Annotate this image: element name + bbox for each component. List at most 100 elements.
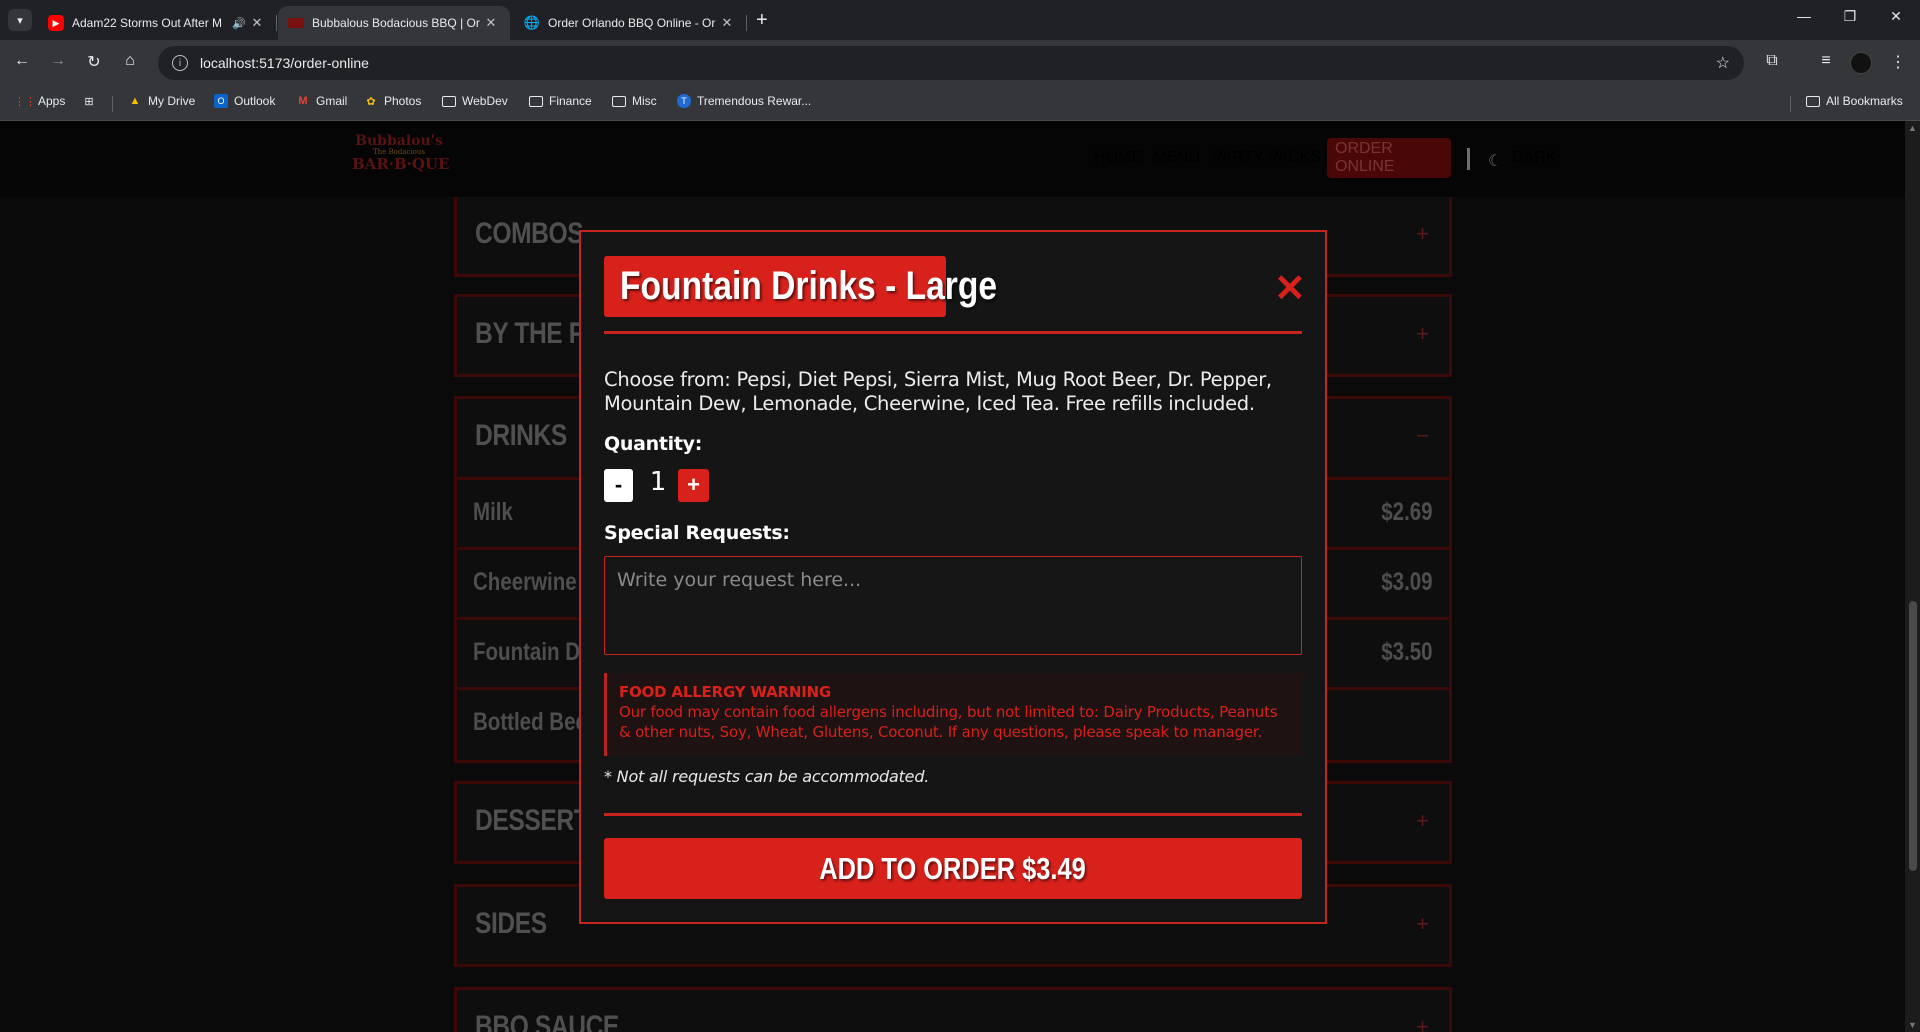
profile-avatar[interactable] xyxy=(1850,52,1872,74)
bubbalous-favicon-icon xyxy=(288,18,304,28)
expand-icon[interactable]: + xyxy=(1416,321,1429,347)
close-icon[interactable]: ✕ xyxy=(1274,270,1306,308)
bookmark-label: Outlook xyxy=(234,94,276,108)
item-name: Bottled Bee xyxy=(473,708,587,736)
bookmark-my-drive[interactable]: ▲ My Drive xyxy=(128,94,196,108)
close-tab-icon[interactable]: ✕ xyxy=(482,15,500,31)
bookmark-finance[interactable]: Finance xyxy=(529,94,592,108)
close-tab-icon[interactable]: ✕ xyxy=(248,15,266,31)
bookmark-label: Finance xyxy=(549,94,592,108)
special-requests-label: Special Requests: xyxy=(604,522,790,544)
bookmark-label: Misc xyxy=(632,94,657,108)
back-icon[interactable]: ← xyxy=(10,52,34,70)
bookmark-label: All Bookmarks xyxy=(1826,94,1903,108)
bookmark-gmail[interactable]: M Gmail xyxy=(296,94,347,108)
bookmark-misc[interactable]: Misc xyxy=(612,94,657,108)
expand-icon[interactable]: + xyxy=(1416,911,1429,937)
site-logo[interactable]: Bubbalou's The Bodacious BAR·B·QUE xyxy=(352,133,450,180)
add-to-order-button[interactable]: ADD TO ORDER $3.49 xyxy=(604,838,1302,899)
close-tab-icon[interactable]: ✕ xyxy=(718,15,736,31)
section-title: BY THE P xyxy=(475,317,585,350)
gmail-icon: M xyxy=(298,95,308,107)
modal-title-text: Fountain Drinks - Large xyxy=(620,264,998,308)
google-drive-icon: ▲ xyxy=(129,95,141,107)
bookmark-webdev[interactable]: WebDev xyxy=(442,94,508,108)
collapse-icon[interactable]: − xyxy=(1416,423,1429,449)
folder-icon xyxy=(442,95,456,107)
nav-menu[interactable]: MENU xyxy=(1153,138,1200,178)
bookmark-tremendous[interactable]: T Tremendous Rewar... xyxy=(677,94,811,108)
minimize-icon[interactable]: — xyxy=(1784,8,1824,24)
nav-home[interactable]: HOME xyxy=(1094,138,1142,178)
quantity-label: Quantity: xyxy=(604,433,702,455)
item-name: Cheerwine xyxy=(473,568,577,596)
nav-link[interactable]: HOME xyxy=(1094,149,1142,167)
bookmark-star-icon[interactable]: ☆ xyxy=(1716,53,1730,73)
new-tab-button[interactable]: + xyxy=(756,9,768,31)
theme-toggle[interactable]: DARK xyxy=(1512,138,1556,178)
allergy-heading: FOOD ALLERGY WARNING xyxy=(619,683,832,701)
bookmark-grid[interactable]: ⊞ xyxy=(82,94,102,108)
bookmark-outlook[interactable]: O Outlook xyxy=(214,94,275,108)
quantity-value: 1 xyxy=(649,467,667,497)
nav-link[interactable]: PARTY PACKS xyxy=(1212,149,1321,167)
all-bookmarks[interactable]: All Bookmarks xyxy=(1806,94,1903,108)
address-bar[interactable]: i localhost:5173/order-online ☆ xyxy=(158,46,1744,80)
item-price: $2.69 xyxy=(1381,498,1433,526)
bookmark-label: Photos xyxy=(384,94,422,108)
bookmark-apps[interactable]: ⋮⋮ Apps xyxy=(14,94,65,108)
close-window-icon[interactable]: ✕ xyxy=(1876,8,1916,25)
menu-section-bbq-sauce[interactable]: BBQ SAUCE + xyxy=(454,987,1452,1032)
speaker-icon[interactable]: 🔊 xyxy=(230,17,248,30)
restore-icon[interactable]: ❐ xyxy=(1830,8,1870,25)
tab-order-online[interactable]: 🌐 Order Orlando BBQ Online - Or ✕ xyxy=(514,6,747,40)
bookmark-photos[interactable]: ✿ Photos xyxy=(364,94,421,108)
page-scrollbar[interactable]: ▲ ▼ xyxy=(1905,121,1920,1032)
item-modal: Fountain Drinks - Large ✕ Choose from: P… xyxy=(579,230,1327,924)
logo-line: Bubbalou's xyxy=(355,133,443,149)
bookmark-label: WebDev xyxy=(462,94,508,108)
tab-search-button[interactable]: ▾ xyxy=(8,9,32,31)
tab-strip: ▾ ▶ Adam22 Storms Out After M 🔊 ✕ Bubbal… xyxy=(0,0,1920,40)
expand-icon[interactable]: + xyxy=(1416,221,1429,247)
folder-icon xyxy=(612,95,626,107)
tab-title: Bubbalous Bodacious BBQ | Or xyxy=(312,16,480,30)
moon-icon[interactable]: ☾ xyxy=(1488,151,1502,171)
tab-title: Adam22 Storms Out After M xyxy=(72,16,223,30)
quantity-decrement-button[interactable]: - xyxy=(604,469,633,502)
nav-link[interactable]: MENU xyxy=(1153,149,1200,167)
reload-icon[interactable]: ↻ xyxy=(82,52,106,72)
scroll-down-icon[interactable]: ▼ xyxy=(1908,1020,1917,1030)
tab-youtube[interactable]: ▶ Adam22 Storms Out After M 🔊 ✕ xyxy=(38,6,277,40)
photos-pinwheel-icon: ✿ xyxy=(366,95,376,108)
tab-bubbalous[interactable]: Bubbalous Bodacious BBQ | Or ✕ xyxy=(278,6,510,40)
forward-icon[interactable]: → xyxy=(46,52,70,70)
nav-party-packs[interactable]: PARTY PACKS xyxy=(1212,138,1321,178)
quantity-increment-button[interactable]: + xyxy=(678,469,709,502)
divider xyxy=(604,813,1302,816)
section-title: DRINKS xyxy=(475,419,567,452)
outlook-icon: O xyxy=(214,94,228,108)
expand-icon[interactable]: + xyxy=(1416,1014,1429,1032)
media-controls-icon[interactable]: ≡ xyxy=(1814,52,1838,70)
theme-label[interactable]: DARK xyxy=(1512,149,1556,167)
allergy-body: Our food may contain food allergens incl… xyxy=(619,703,1278,741)
special-requests-input[interactable] xyxy=(604,556,1302,655)
site-info-icon[interactable]: i xyxy=(172,55,188,71)
menu-kebab-icon[interactable]: ⋮ xyxy=(1886,52,1910,72)
expand-icon[interactable]: + xyxy=(1416,808,1429,834)
item-name: Fountain Dri xyxy=(473,638,594,666)
scroll-up-icon[interactable]: ▲ xyxy=(1908,123,1917,133)
item-name: Milk xyxy=(473,498,513,526)
home-icon[interactable]: ⌂ xyxy=(118,52,142,70)
url-text: localhost:5173/order-online xyxy=(200,55,369,71)
divider xyxy=(604,331,1302,334)
section-title: COMBOS xyxy=(475,217,584,250)
scrollbar-thumb[interactable] xyxy=(1909,601,1917,871)
browser-toolbar: ← → ↻ ⌂ i localhost:5173/order-online ☆ … xyxy=(0,40,1920,86)
extensions-icon[interactable]: ⧉ xyxy=(1760,52,1784,70)
nav-order-online[interactable]: ORDER ONLINE xyxy=(1327,138,1451,178)
nav-divider xyxy=(1467,148,1470,170)
item-price: $3.50 xyxy=(1381,638,1433,666)
nav-link[interactable]: ORDER ONLINE xyxy=(1335,140,1443,176)
